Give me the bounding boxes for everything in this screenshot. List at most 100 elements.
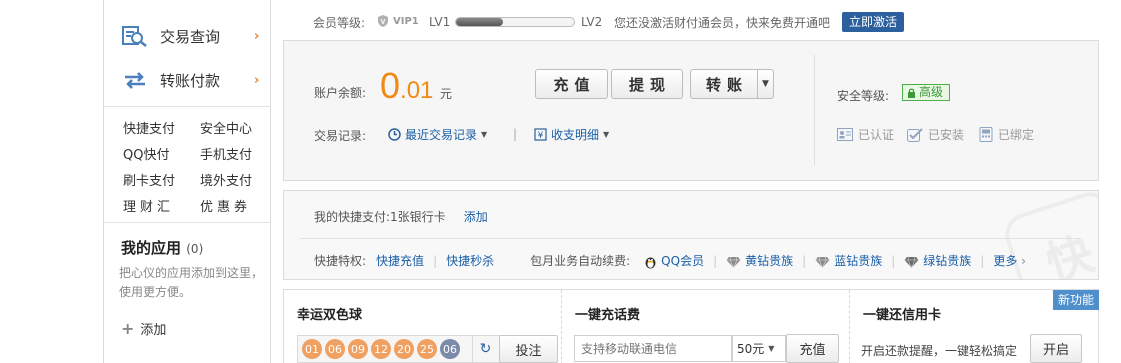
bet-button[interactable]: 投注: [499, 335, 558, 363]
divider: [104, 106, 270, 107]
account-panel: 账户余额: 0.01 元 充值 提现 转账 ▼ 交易记录: 最近交易记录 ▼ |…: [283, 40, 1099, 181]
chevron-right-icon: ›: [254, 72, 260, 88]
bank-card-count: 1张银行卡: [390, 210, 446, 224]
transfer-dropdown-button[interactable]: ▼: [757, 69, 774, 99]
phone-icon: [979, 127, 993, 142]
quickpay-label: 我的快捷支付:: [314, 210, 391, 224]
phone-recharge-card: 一键充话费 50元 ▼ 充值: [561, 290, 849, 363]
status-verified[interactable]: 已认证: [837, 126, 894, 143]
more-services-link[interactable]: 更多 ›: [993, 252, 1026, 269]
privilege-quick-recharge[interactable]: 快捷充值: [376, 252, 424, 269]
search-record-icon: [122, 25, 148, 47]
income-detail-label: 收支明细: [551, 128, 600, 142]
enable-reminder-button[interactable]: 开启: [1030, 334, 1082, 363]
plus-icon: +: [121, 319, 135, 338]
withdraw-button[interactable]: 提现: [611, 69, 683, 99]
left-sidebar: 交易查询 › 转账付款 › 快捷支付 安全中心 QQ快付 手机支付 刷卡支付 境…: [103, 0, 271, 363]
phone-recharge-title: 一键充话费: [575, 308, 641, 323]
more-label: 更多: [993, 254, 1018, 268]
quick-link-qq-pay[interactable]: QQ快付: [123, 144, 169, 163]
new-feature-badge: 新功能: [1052, 290, 1099, 310]
quickpay-panel: 快 我的快捷支付: 1张银行卡 添加 快捷特权: 快捷充值 | 快捷秒杀 包月业…: [283, 190, 1099, 280]
id-card-icon: [837, 128, 853, 141]
security-level-text: 高级: [919, 85, 944, 99]
diamond-icon: [726, 256, 741, 268]
security-level-label: 安全等级:: [837, 89, 890, 103]
red-ball: 06: [325, 339, 345, 359]
member-tip: 您还没激活财付通会员，快来免费开通吧: [614, 15, 831, 30]
chevron-right-icon: ›: [1021, 254, 1026, 268]
vip-level-text: VIP1: [393, 15, 419, 27]
quickpay-summary: 我的快捷支付: 1张银行卡 添加: [314, 208, 488, 225]
quick-link-card-pay[interactable]: 刷卡支付: [123, 170, 175, 189]
nav-trade-query[interactable]: 交易查询 ›: [104, 14, 270, 58]
recent-trades-label: 最近交易记录: [405, 128, 478, 142]
quick-link-coupons[interactable]: 优惠券: [200, 196, 251, 215]
add-bank-card-link[interactable]: 添加: [464, 208, 488, 225]
service-blue-diamond[interactable]: 蓝钻贵族: [815, 252, 882, 269]
add-app-label: 添加: [140, 323, 167, 338]
amount-select[interactable]: 50元 ▼: [732, 335, 786, 362]
status-verified-label: 已认证: [858, 128, 895, 142]
recharge-button[interactable]: 充值: [535, 69, 608, 99]
service-yellow-diamond-label: 黄钻贵族: [745, 254, 794, 268]
service-green-diamond[interactable]: 绿钻贵族: [904, 252, 971, 269]
trade-record-label: 交易记录:: [314, 129, 367, 143]
balance-integer: 0: [380, 65, 401, 106]
quick-link-mobile-pay[interactable]: 手机支付: [200, 144, 252, 163]
diamond-icon: [904, 256, 919, 268]
phone-number-input[interactable]: [574, 335, 732, 362]
nav-transfer-payment[interactable]: 转账付款 ›: [104, 58, 270, 102]
quick-link-express-pay[interactable]: 快捷支付: [123, 118, 175, 137]
yen-doc-icon: ¥: [534, 128, 547, 141]
service-green-diamond-label: 绿钻贵族: [923, 254, 972, 268]
lottery-card: 幸运双色球 01 06 09 12 20 25 06 ↻ 投注: [284, 290, 560, 363]
my-apps-title: 我的应用 (0): [121, 237, 203, 258]
caret-down-icon: ▼: [481, 130, 488, 139]
quick-link-overseas-pay[interactable]: 境外支付: [200, 170, 252, 189]
service-qq-vip-label: QQ会员: [661, 254, 705, 268]
separator: |: [433, 253, 438, 268]
caret-down-icon: ▼: [603, 130, 610, 139]
security-level-badge[interactable]: 高级: [902, 84, 951, 101]
clock-icon: [388, 128, 401, 141]
caret-down-icon: ▼: [768, 344, 775, 353]
level-to: LV2: [581, 15, 603, 29]
lottery-numbers: 01 06 09 12 20 25 06 ↻ 投注: [297, 335, 558, 363]
transfer-button[interactable]: 转账: [690, 69, 758, 99]
divider: [814, 55, 815, 165]
my-apps-description: 把心仪的应用添加到这里，使用更方便。: [119, 266, 264, 299]
penguin-icon: [645, 257, 656, 268]
status-bound[interactable]: 已绑定: [979, 126, 1034, 143]
phone-recharge-button[interactable]: 充值: [786, 334, 839, 363]
level-from: LV1: [429, 15, 451, 29]
check-shield-icon: [907, 127, 923, 142]
credit-card-repay-card: 一键还信用卡 新功能 开启还款提醒，一键轻松搞定 开启: [849, 290, 1099, 363]
activate-member-button[interactable]: 立即激活: [842, 12, 905, 32]
quick-link-security-center[interactable]: 安全中心: [200, 118, 252, 137]
privilege-flash-sale[interactable]: 快捷秒杀: [446, 252, 494, 269]
red-ball: 20: [394, 339, 414, 359]
income-detail-dropdown[interactable]: ¥ 收支明细 ▼: [534, 126, 609, 143]
status-bound-label: 已绑定: [998, 128, 1035, 142]
service-qq-vip[interactable]: QQ会员: [644, 252, 704, 269]
transfer-arrows-icon: [122, 69, 148, 91]
divider: [104, 222, 270, 223]
service-yellow-diamond[interactable]: 黄钻贵族: [726, 252, 793, 269]
separator: |: [713, 253, 718, 268]
red-ball: 12: [371, 339, 391, 359]
balance-label: 账户余额:: [314, 86, 367, 100]
service-blue-diamond-label: 蓝钻贵族: [834, 254, 883, 268]
nav-trade-query-label: 交易查询: [160, 27, 221, 46]
separator: |: [980, 253, 985, 268]
balance-value: 0.01: [380, 65, 433, 107]
svg-text:¥: ¥: [538, 131, 544, 141]
credit-repay-title: 一键还信用卡: [863, 308, 942, 323]
refresh-icon[interactable]: ↻: [472, 336, 498, 362]
red-ball: 01: [302, 339, 322, 359]
status-installed[interactable]: 已安装: [907, 126, 964, 143]
separator: |: [513, 127, 518, 141]
add-app-button[interactable]: + 添加: [121, 319, 166, 338]
quick-link-wealth[interactable]: 理财汇: [123, 196, 174, 215]
recent-trades-dropdown[interactable]: 最近交易记录 ▼: [388, 126, 487, 143]
